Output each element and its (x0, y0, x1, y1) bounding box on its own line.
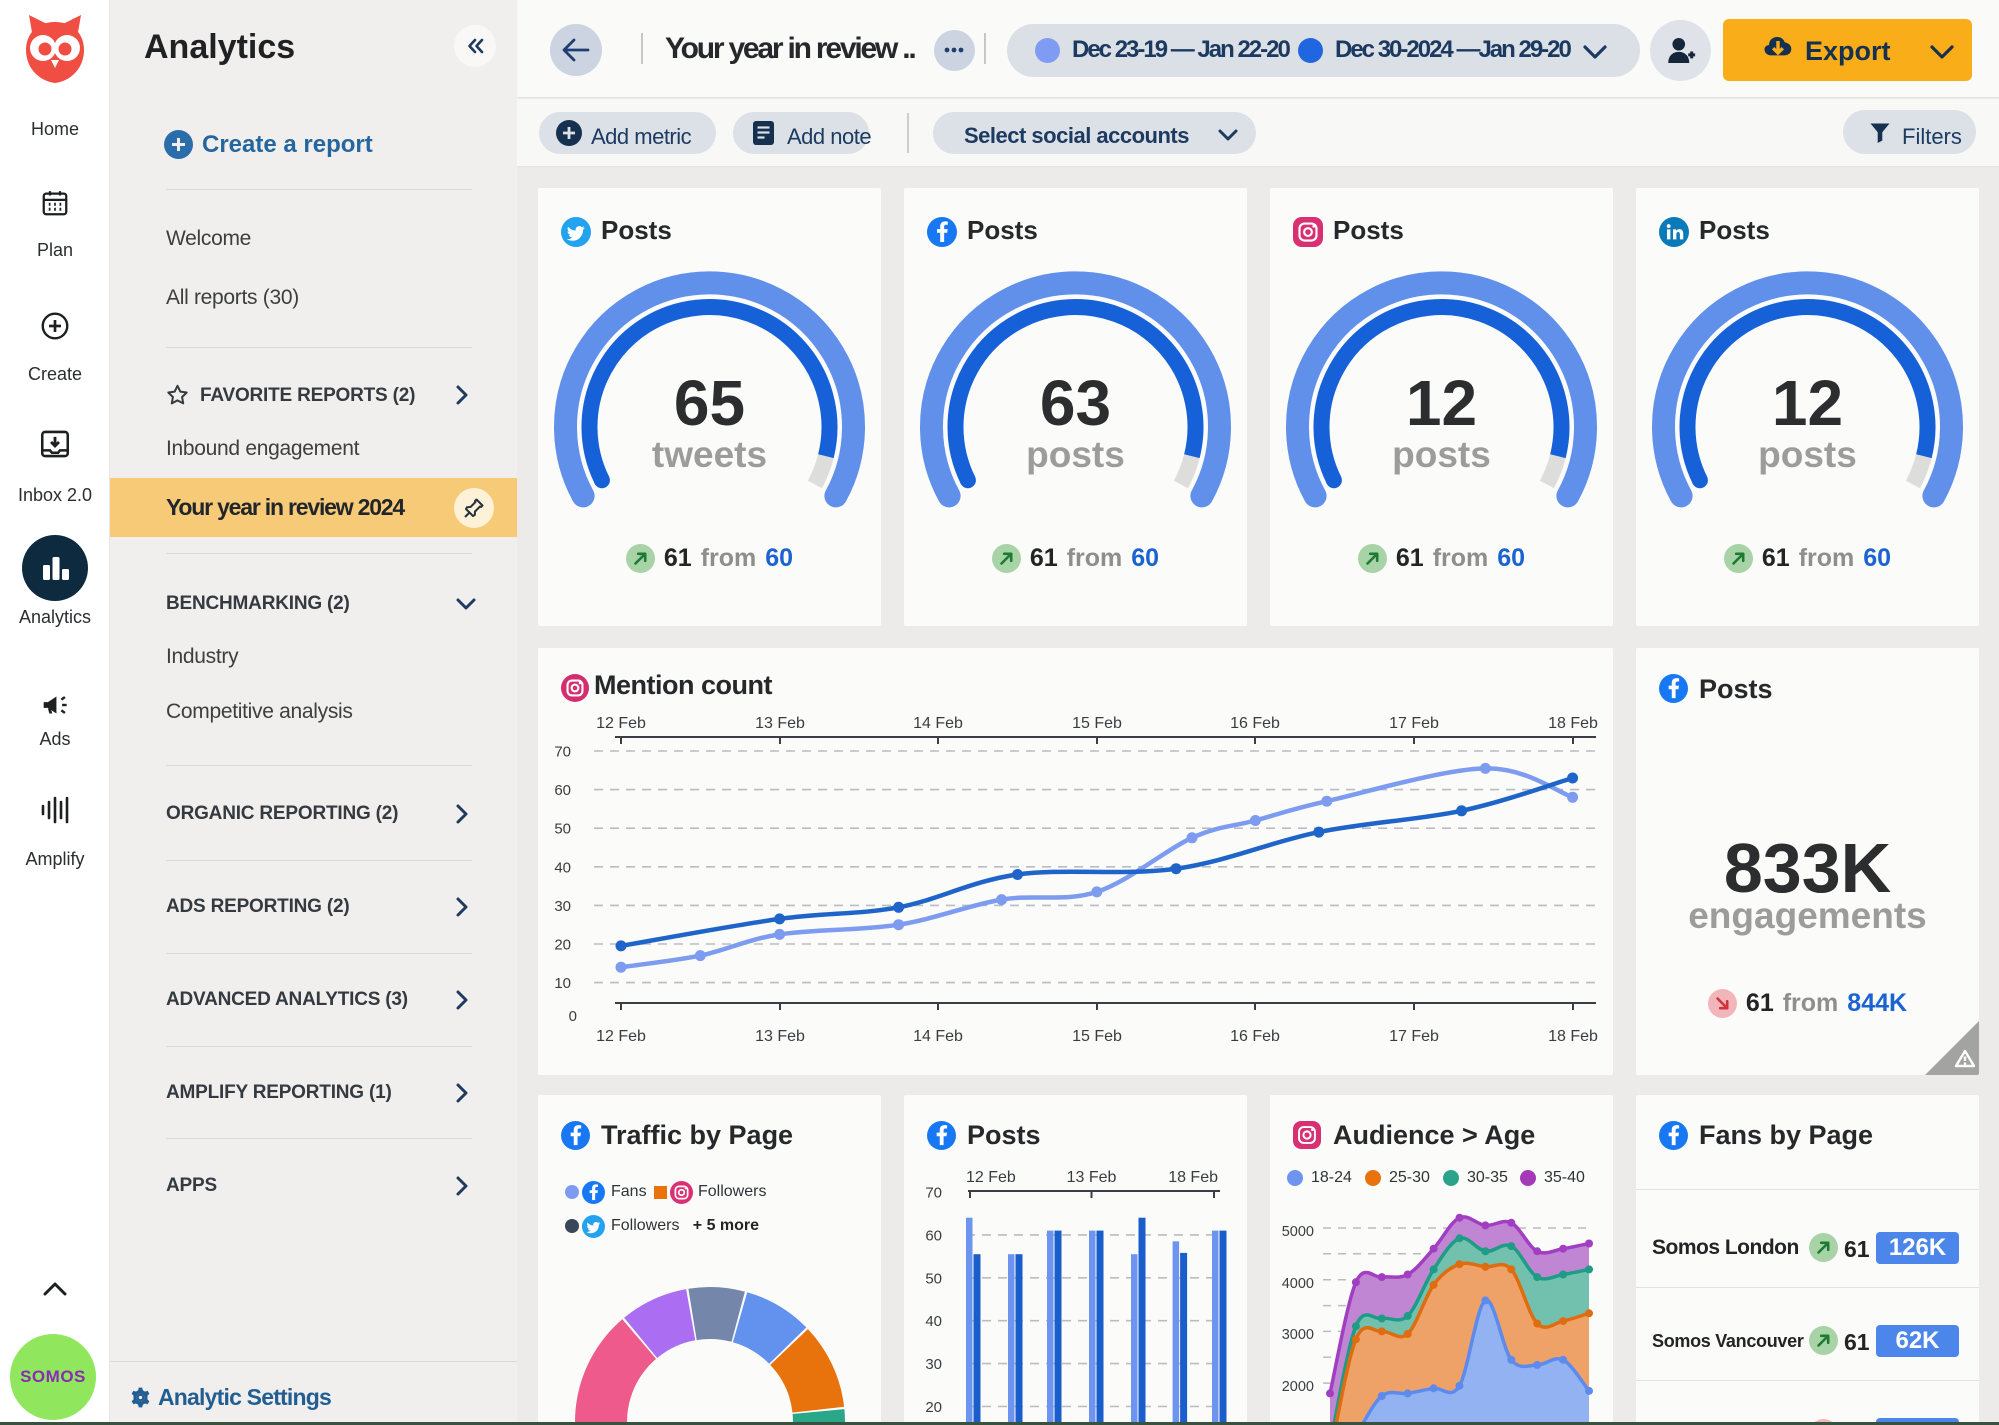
svg-text:14 Feb: 14 Feb (913, 1028, 963, 1045)
svg-text:12 Feb: 12 Feb (596, 715, 646, 732)
svg-text:18 Feb: 18 Feb (1168, 1169, 1218, 1186)
svg-text:20: 20 (554, 937, 571, 954)
svg-text:12 Feb: 12 Feb (596, 1028, 646, 1045)
svg-text:18 Feb: 18 Feb (1548, 1028, 1598, 1045)
svg-text:50: 50 (925, 1270, 942, 1287)
svg-text:60: 60 (554, 782, 571, 799)
svg-text:0: 0 (569, 1008, 577, 1025)
svg-text:13 Feb: 13 Feb (755, 1028, 805, 1045)
svg-text:15 Feb: 15 Feb (1072, 1028, 1122, 1045)
svg-text:30: 30 (554, 898, 571, 915)
svg-text:40: 40 (925, 1313, 942, 1330)
svg-text:12 Feb: 12 Feb (966, 1169, 1016, 1186)
svg-text:17 Feb: 17 Feb (1389, 1028, 1439, 1045)
svg-text:50: 50 (554, 821, 571, 838)
svg-text:70: 70 (925, 1185, 942, 1202)
svg-text:30: 30 (925, 1356, 942, 1373)
svg-text:13 Feb: 13 Feb (1067, 1169, 1117, 1186)
svg-text:17 Feb: 17 Feb (1389, 715, 1439, 732)
svg-text:18 Feb: 18 Feb (1548, 715, 1598, 732)
svg-text:70: 70 (554, 744, 571, 761)
svg-text:60: 60 (925, 1227, 942, 1244)
svg-text:3000: 3000 (1282, 1327, 1314, 1343)
svg-text:20: 20 (925, 1399, 942, 1416)
svg-text:10: 10 (554, 975, 571, 992)
svg-text:2000: 2000 (1282, 1379, 1314, 1395)
svg-text:16 Feb: 16 Feb (1230, 715, 1280, 732)
svg-text:40: 40 (554, 859, 571, 876)
svg-text:16 Feb: 16 Feb (1230, 1028, 1280, 1045)
svg-text:14 Feb: 14 Feb (913, 715, 963, 732)
svg-text:5000: 5000 (1282, 1224, 1314, 1240)
svg-text:4000: 4000 (1282, 1276, 1314, 1292)
svg-text:15 Feb: 15 Feb (1072, 715, 1122, 732)
svg-text:13 Feb: 13 Feb (755, 715, 805, 732)
